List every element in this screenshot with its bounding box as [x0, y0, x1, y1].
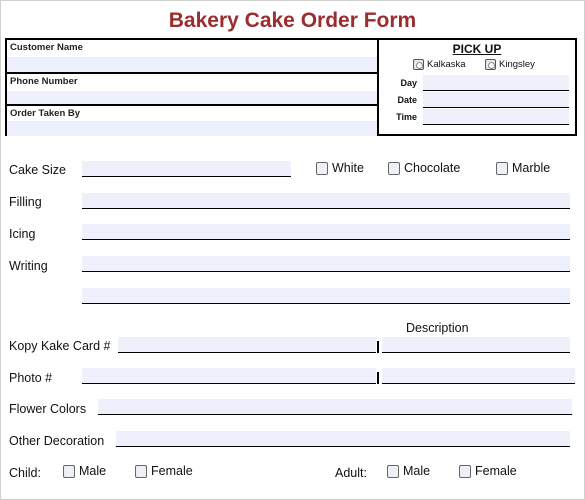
pickup-heading: PICK UP — [452, 42, 502, 56]
pickup-option-kingsley[interactable]: Kingsley — [485, 59, 535, 70]
flavor-label: Marble — [512, 161, 551, 175]
separator — [377, 341, 379, 353]
adult-female[interactable]: Female — [459, 464, 517, 478]
photo-description-field[interactable] — [382, 368, 575, 384]
checkbox-icon[interactable] — [135, 464, 147, 478]
form-title: Bakery Cake Order Form — [168, 9, 417, 32]
other-decoration-label: Other Decoration — [9, 434, 105, 448]
day-field[interactable] — [423, 75, 569, 91]
date-field[interactable] — [423, 92, 569, 108]
pickup-date: Date — [385, 92, 569, 108]
checkbox-icon[interactable] — [316, 161, 328, 175]
writing-field[interactable] — [82, 256, 570, 272]
option-label: Male — [79, 464, 107, 478]
cake-size-label: Cake Size — [9, 163, 66, 177]
flower-colors-label: Flower Colors — [9, 402, 87, 416]
flavor-chocolate[interactable]: Chocolate — [388, 161, 460, 175]
pickup-day: Day — [385, 75, 569, 91]
customer-name-label: Customer Name — [10, 42, 83, 53]
pickup-option-kalkaska[interactable]: Kalkaska — [413, 59, 466, 70]
checkbox-icon[interactable] — [63, 464, 75, 478]
checkbox-icon[interactable] — [496, 161, 508, 175]
adult-label: Adult: — [335, 466, 367, 480]
separator — [377, 372, 379, 384]
filling-label: Filling — [9, 195, 42, 209]
description-heading: Description — [406, 321, 469, 335]
checkbox-icon[interactable] — [459, 464, 471, 478]
checkbox-icon[interactable] — [388, 161, 400, 175]
kopy-kake-card-label: Kopy Kake Card # — [9, 339, 111, 353]
option-label: Female — [151, 464, 193, 478]
order-taken-by-row: Order Taken By — [7, 104, 377, 136]
pickup-option-label: Kalkaska — [427, 59, 466, 70]
day-label: Day — [400, 78, 417, 88]
kopy-kake-description-field[interactable] — [382, 337, 570, 353]
pickup-time: Time — [385, 109, 569, 125]
flavor-white[interactable]: White — [316, 161, 364, 175]
filling-field[interactable] — [82, 193, 570, 209]
radio-icon[interactable] — [413, 59, 424, 70]
pickup-option-label: Kingsley — [499, 59, 535, 70]
time-label: Time — [396, 112, 417, 122]
child-label: Child: — [9, 466, 41, 480]
radio-icon[interactable] — [485, 59, 496, 70]
header-box: Customer Name Phone Number Order Taken B… — [5, 38, 577, 136]
option-label: Male — [403, 464, 431, 478]
icing-label: Icing — [9, 227, 36, 241]
flavor-label: Chocolate — [404, 161, 461, 175]
order-taken-by-field[interactable] — [7, 121, 377, 136]
writing-field-2[interactable] — [82, 288, 570, 304]
other-decoration-field[interactable] — [116, 431, 570, 447]
flower-colors-field[interactable] — [98, 399, 572, 415]
kopy-kake-card-field[interactable] — [118, 337, 376, 353]
customer-name-row: Customer Name — [7, 40, 377, 72]
phone-number-label: Phone Number — [10, 76, 78, 87]
adult-male[interactable]: Male — [387, 464, 430, 478]
checkbox-icon[interactable] — [387, 464, 399, 478]
photo-field[interactable] — [82, 368, 376, 384]
flavor-label: White — [332, 161, 364, 175]
time-field[interactable] — [423, 109, 569, 125]
customer-name-field[interactable] — [7, 57, 377, 72]
option-label: Female — [475, 464, 517, 478]
phone-number-row: Phone Number — [7, 72, 377, 106]
writing-label: Writing — [9, 259, 48, 273]
child-male[interactable]: Male — [63, 464, 106, 478]
order-taken-by-label: Order Taken By — [10, 108, 81, 119]
flavor-marble[interactable]: Marble — [496, 161, 550, 175]
cake-size-field[interactable] — [82, 161, 291, 177]
icing-field[interactable] — [82, 224, 570, 240]
photo-label: Photo # — [9, 371, 53, 385]
date-label: Date — [397, 95, 417, 105]
child-female[interactable]: Female — [135, 464, 193, 478]
pickup-section: PICK UP Kalkaska Kingsley Day Date Time — [379, 40, 575, 134]
customer-info: Customer Name Phone Number Order Taken B… — [7, 40, 379, 136]
